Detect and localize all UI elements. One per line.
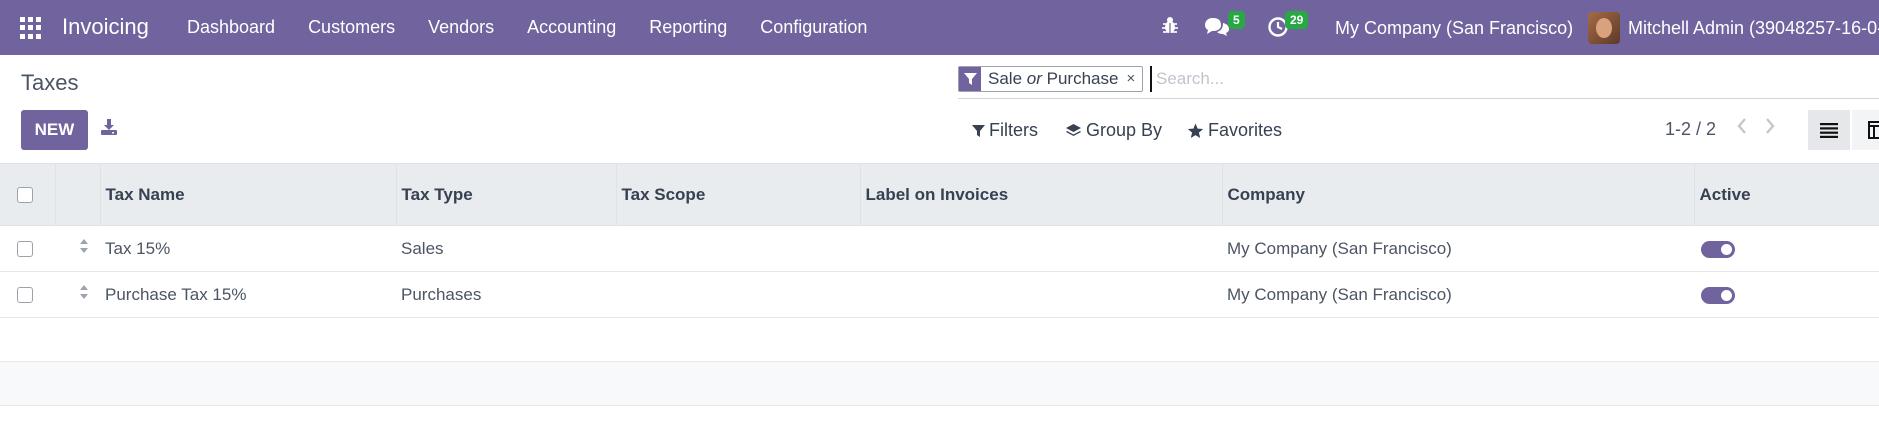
column-header-tax-type[interactable]: Tax Type xyxy=(396,163,617,226)
favorites-button[interactable]: Favorites xyxy=(1187,120,1282,141)
facet-remove-icon[interactable]: × xyxy=(1126,67,1142,91)
cell-tax-scope xyxy=(616,225,860,272)
page-title: Taxes xyxy=(21,70,79,95)
filter-icon xyxy=(972,124,985,137)
messages-badge: 5 xyxy=(1228,11,1245,29)
row-handle-cell xyxy=(55,225,100,272)
column-header-label-on-invoices[interactable]: Label on Invoices xyxy=(860,163,1223,226)
column-header-tax-scope[interactable]: Tax Scope xyxy=(616,163,861,226)
layers-icon xyxy=(1066,123,1081,136)
empty-row xyxy=(0,317,1879,362)
menu-item-accounting[interactable]: Accounting xyxy=(527,17,616,38)
drag-handle-icon[interactable] xyxy=(79,284,89,305)
table-row[interactable]: Tax 15% Sales My Company (San Francisco) xyxy=(0,225,1879,272)
chat-icon[interactable] xyxy=(1204,16,1230,44)
taxes-table: Tax Name Tax Type Tax Scope Label on Inv… xyxy=(0,163,1879,406)
select-all-checkbox[interactable] xyxy=(17,187,33,204)
empty-cell xyxy=(0,317,1879,362)
cell-active xyxy=(1694,225,1879,272)
active-toggle[interactable] xyxy=(1701,240,1735,258)
row-select-cell xyxy=(0,225,55,272)
cell-label-on-invoices xyxy=(860,225,1222,272)
menu-item-dashboard[interactable]: Dashboard xyxy=(187,17,275,38)
new-button[interactable]: NEW xyxy=(21,110,88,150)
avatar[interactable] xyxy=(1588,12,1620,44)
filters-label: Filters xyxy=(989,120,1038,140)
cell-active xyxy=(1694,271,1879,318)
column-header-company[interactable]: Company xyxy=(1222,163,1695,226)
filter-icon xyxy=(959,67,981,91)
drag-handle-icon[interactable] xyxy=(79,238,89,259)
menu-item-configuration[interactable]: Configuration xyxy=(760,17,867,38)
favorites-label: Favorites xyxy=(1208,120,1283,140)
table-row[interactable]: Purchase Tax 15% Purchases My Company (S… xyxy=(0,271,1879,318)
cell-tax-scope xyxy=(616,271,860,318)
search-facet: Sale or Purchase × xyxy=(958,66,1144,92)
active-toggle[interactable] xyxy=(1701,286,1735,304)
chevron-left-icon[interactable] xyxy=(1736,117,1748,141)
column-header-tax-name[interactable]: Tax Name xyxy=(100,163,397,226)
kanban-view-icon xyxy=(1868,121,1879,139)
pager-value[interactable]: 1-2 / 2 xyxy=(1665,119,1716,140)
empty-cell xyxy=(0,361,1879,406)
table-header: Tax Name Tax Type Tax Scope Label on Inv… xyxy=(0,163,1879,226)
kanban-view-button[interactable] xyxy=(1852,110,1879,150)
row-select-cell xyxy=(0,271,55,318)
group-by-button[interactable]: Group By xyxy=(1065,120,1162,141)
menu-item-customers[interactable]: Customers xyxy=(308,17,395,38)
column-header-active[interactable]: Active xyxy=(1694,163,1879,226)
bug-icon[interactable] xyxy=(1161,15,1179,41)
facet-value: Sale or Purchase xyxy=(988,69,1119,88)
cell-tax-type: Sales xyxy=(396,225,616,272)
cell-tax-name: Purchase Tax 15% xyxy=(100,271,396,318)
menu-item-vendors[interactable]: Vendors xyxy=(428,17,494,38)
cell-tax-type: Purchases xyxy=(396,271,616,318)
download-icon[interactable] xyxy=(100,118,120,138)
row-checkbox[interactable] xyxy=(17,241,33,258)
search-bar: Sale or Purchase × xyxy=(958,65,1879,99)
apps-grid-icon[interactable] xyxy=(20,17,42,39)
cell-company: My Company (San Francisco) xyxy=(1222,271,1694,318)
handle-header xyxy=(55,163,101,226)
top-navbar: Invoicing Dashboard Customers Vendors Ac… xyxy=(0,0,1879,55)
select-all-cell xyxy=(0,163,56,226)
user-menu[interactable]: Mitchell Admin (39048257-16-0- xyxy=(1628,18,1879,39)
list-view-button[interactable] xyxy=(1808,110,1850,150)
star-icon xyxy=(1187,123,1204,138)
search-input[interactable] xyxy=(1150,66,1850,92)
menu-item-reporting[interactable]: Reporting xyxy=(649,17,727,38)
cell-label-on-invoices xyxy=(860,271,1222,318)
row-handle-cell xyxy=(55,271,100,318)
cell-company: My Company (San Francisco) xyxy=(1222,225,1694,272)
filters-button[interactable]: Filters xyxy=(972,120,1038,141)
company-switcher[interactable]: My Company (San Francisco) xyxy=(1335,18,1573,39)
app-title[interactable]: Invoicing xyxy=(62,14,149,40)
row-checkbox[interactable] xyxy=(17,287,33,304)
list-view-icon xyxy=(1820,123,1838,138)
activities-badge: 29 xyxy=(1285,11,1309,29)
chevron-right-icon[interactable] xyxy=(1764,117,1776,141)
cell-tax-name: Tax 15% xyxy=(100,225,396,272)
empty-row xyxy=(0,361,1879,406)
main-menu: Dashboard Customers Vendors Accounting R… xyxy=(187,17,900,38)
group-by-label: Group By xyxy=(1086,120,1163,140)
